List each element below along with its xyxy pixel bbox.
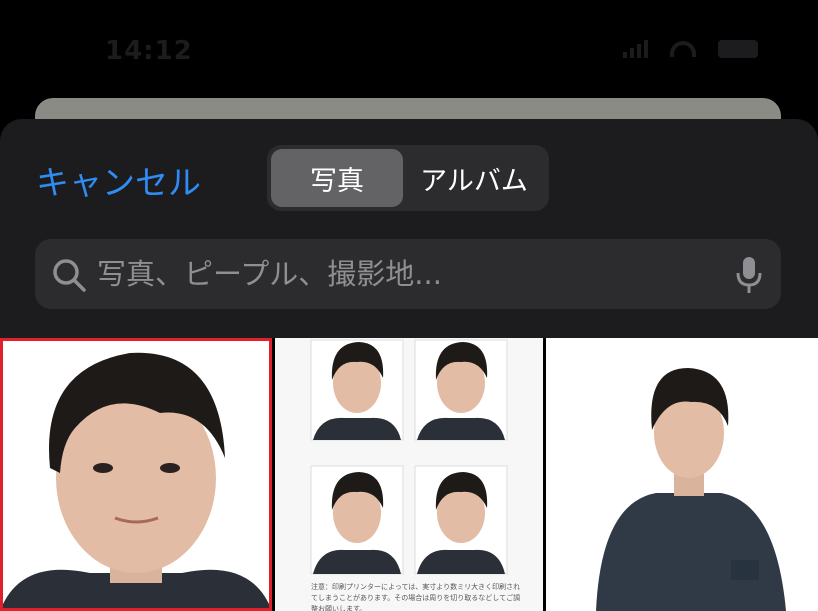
tab-photos[interactable]: 写真	[271, 149, 403, 207]
photo-thumbnail-half-body[interactable]	[546, 338, 818, 611]
status-bar: 14:12	[0, 0, 818, 100]
half-body-image	[546, 338, 818, 611]
wifi-icon	[670, 41, 696, 57]
photo-thumbnail-headshot[interactable]	[0, 338, 272, 611]
signal-icon	[623, 40, 648, 58]
portrait-image	[0, 338, 272, 611]
microphone-icon[interactable]	[735, 255, 763, 295]
status-time: 14:12	[105, 36, 193, 66]
photo-thumbnail-id-sheet[interactable]: 注意：印刷プリンターによっては、実寸より数ミリ大きく印刷されてしまうことがありま…	[275, 338, 543, 611]
print-note: 注意：印刷プリンターによっては、実寸より数ミリ大きく印刷されてしまうことがありま…	[311, 583, 521, 611]
search-icon	[53, 259, 86, 292]
search-bar	[35, 239, 781, 309]
photo-grid: 注意：印刷プリンターによっては、実寸より数ミリ大きく印刷されてしまうことがありま…	[0, 338, 818, 611]
cancel-button[interactable]: キャンセル	[36, 156, 201, 204]
photo-picker-screen: 14:12 キャンセル 写真 アルバム 写真、ピープル、撮影地... 注意：印刷…	[0, 0, 818, 611]
battery-icon	[718, 40, 758, 58]
source-segmented-control: 写真 アルバム	[267, 145, 549, 211]
tab-albums[interactable]: アルバム	[403, 149, 545, 207]
status-icons	[623, 40, 758, 58]
search-input[interactable]	[97, 239, 707, 309]
id-photo-sheet-image	[275, 338, 543, 611]
